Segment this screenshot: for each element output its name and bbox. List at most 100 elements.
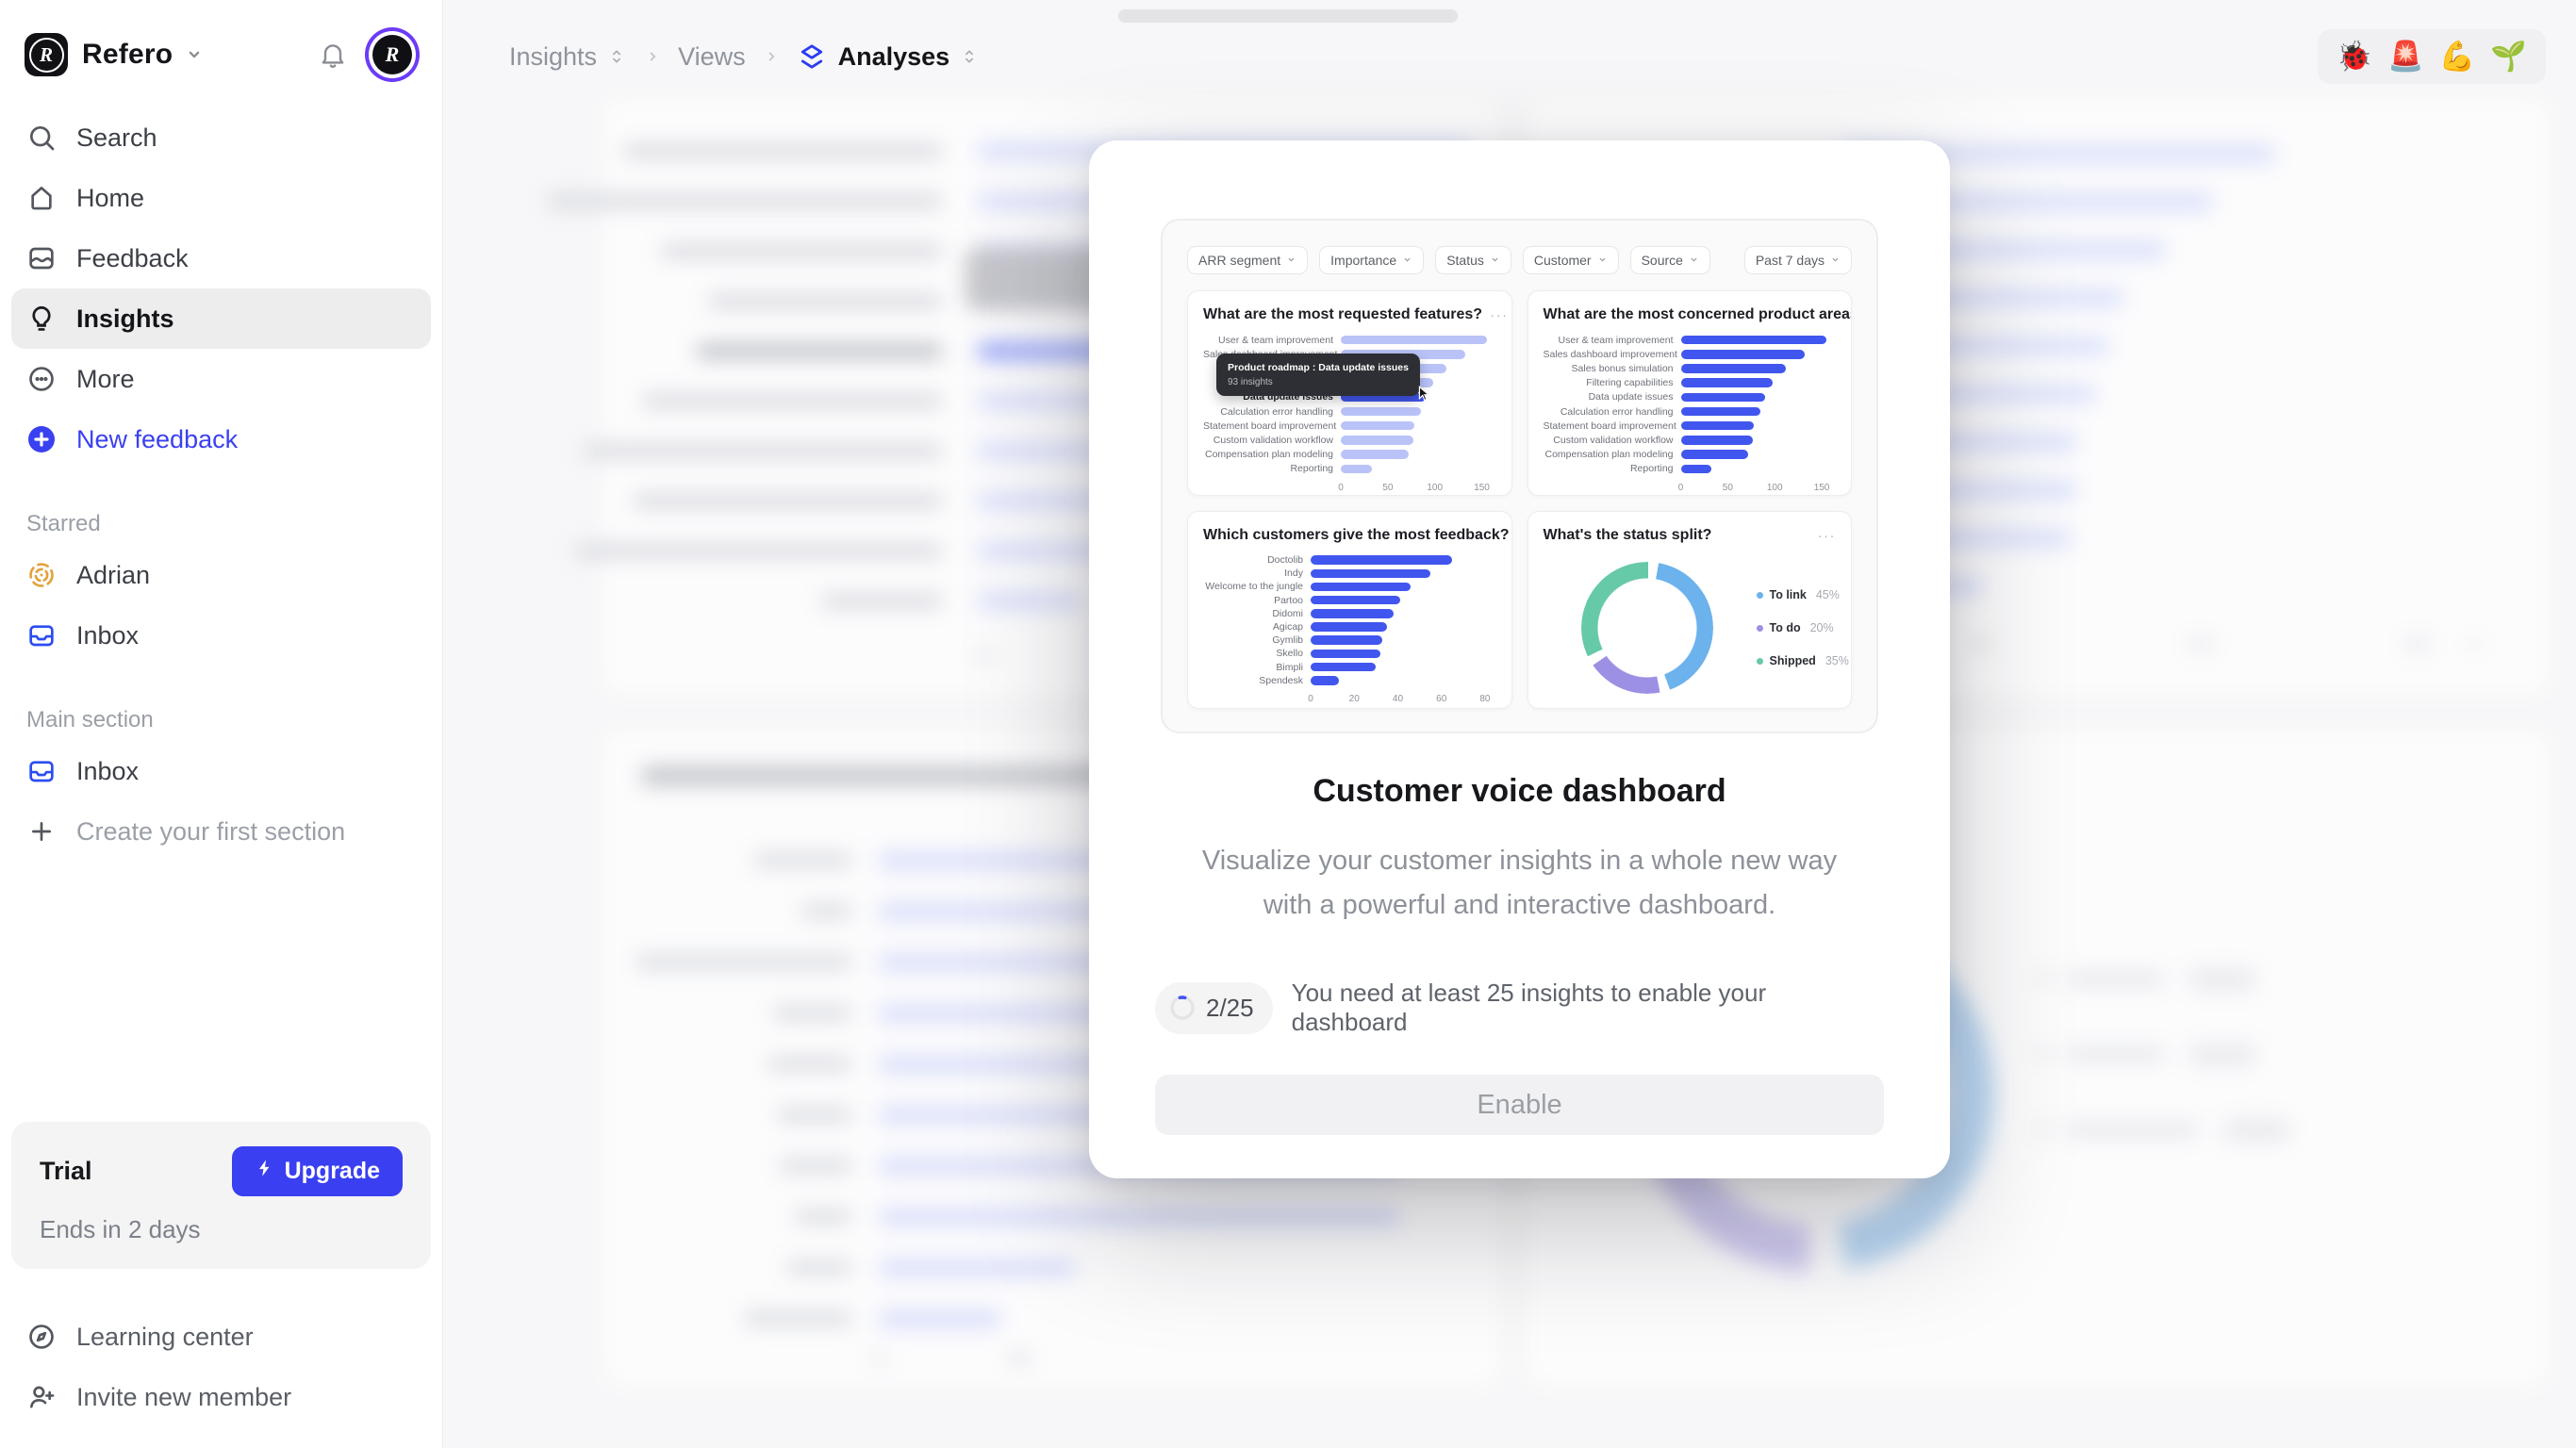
footer-item-label: Invite new member bbox=[76, 1383, 291, 1412]
chevron-down-icon[interactable] bbox=[182, 42, 206, 67]
x-axis: 050100150 bbox=[1341, 481, 1496, 494]
x-axis: 050100150 bbox=[1681, 481, 1837, 494]
filter-chip-importance[interactable]: Importance bbox=[1319, 246, 1424, 274]
chart-row: User & team improvement bbox=[1203, 333, 1496, 347]
footer-item-invite-new-member[interactable]: Invite new member bbox=[11, 1367, 431, 1427]
axis-tick: 60 bbox=[1436, 694, 1446, 704]
sidebar-item-inbox[interactable]: Inbox bbox=[11, 605, 431, 666]
bar-label: User & team improvement bbox=[1203, 335, 1333, 346]
filter-chip-label: Past 7 days bbox=[1756, 253, 1825, 268]
create-section-button[interactable]: Create your first section bbox=[11, 801, 431, 862]
bar-label: Doctolib bbox=[1203, 554, 1303, 566]
sidebar-item-new-feedback[interactable]: New feedback bbox=[11, 409, 431, 469]
sidebar: R Refero R Search HomeFeedbackInsightsMor… bbox=[0, 0, 443, 1448]
footer-item-learning-center[interactable]: Learning center bbox=[11, 1307, 431, 1367]
bar-track bbox=[1681, 450, 1837, 459]
chart-row: Reporting bbox=[1203, 462, 1496, 476]
sidebar-item-inbox[interactable]: Inbox bbox=[11, 741, 431, 801]
bar-label: Compensation plan modeling bbox=[1544, 449, 1674, 460]
chart-row: Reporting bbox=[1544, 462, 1837, 476]
bar-track bbox=[1311, 569, 1496, 579]
sort-icon[interactable] bbox=[959, 46, 980, 67]
filter-chip-arr-segment[interactable]: ARR segment bbox=[1187, 246, 1308, 274]
bar-label: Didomi bbox=[1203, 608, 1303, 619]
chart-row: Gymlib bbox=[1203, 634, 1496, 647]
breadcrumb-insights[interactable]: Insights bbox=[509, 42, 627, 72]
sidebar-item-feedback[interactable]: Feedback bbox=[11, 228, 431, 288]
bar bbox=[1311, 583, 1411, 592]
upgrade-button[interactable]: Upgrade bbox=[232, 1146, 403, 1196]
breadcrumb-views[interactable]: Views bbox=[678, 42, 746, 72]
breadcrumb: Insights Views Analyses bbox=[509, 41, 980, 72]
legend-label: Shipped bbox=[1770, 654, 1816, 667]
chart-row: Welcome to the jungle bbox=[1203, 580, 1496, 593]
main-area: Insights Views Analyses 🐞🚨💪🌱 ARR segment Im… bbox=[443, 0, 2576, 1448]
donut-chart: To link45%To do20%Shipped35% bbox=[1544, 557, 1837, 699]
search-icon bbox=[26, 123, 57, 153]
chart-card-header: What are the most concerned product area… bbox=[1544, 304, 1837, 325]
enable-button[interactable]: Enable bbox=[1155, 1075, 1884, 1135]
sidebar-item-adrian[interactable]: Adrian bbox=[11, 545, 431, 605]
sidebar-item-label: Search bbox=[76, 123, 157, 153]
bar bbox=[1681, 350, 1806, 359]
chart-row: Indy bbox=[1203, 567, 1496, 580]
emoji-status-pill[interactable]: 🐞🚨💪🌱 bbox=[2318, 29, 2546, 83]
filter-chip-status[interactable]: Status bbox=[1435, 246, 1511, 274]
chart-card-product-areas: What are the most concerned product area… bbox=[1527, 290, 1853, 496]
lightbulb-icon bbox=[26, 304, 57, 334]
chevron-down-icon bbox=[1689, 253, 1699, 268]
sidebar-item-more[interactable]: More bbox=[11, 349, 431, 409]
emoji-1f4aa: 💪 bbox=[2439, 39, 2476, 74]
modal-title: Customer voice dashboard bbox=[1089, 771, 1950, 811]
bar-track bbox=[1681, 465, 1837, 474]
bar-track bbox=[1311, 583, 1496, 592]
chart-row: Statement board improvement bbox=[1203, 419, 1496, 433]
user-avatar[interactable]: R bbox=[372, 35, 412, 74]
sort-icon[interactable] bbox=[606, 46, 627, 67]
bar-track bbox=[1341, 436, 1496, 445]
bar bbox=[1681, 465, 1712, 474]
bar-label: Skello bbox=[1203, 648, 1303, 659]
filter-chip-source[interactable]: Source bbox=[1630, 246, 1710, 274]
legend-value: 20% bbox=[1810, 621, 1834, 634]
breadcrumb-analyses[interactable]: Analyses bbox=[797, 41, 981, 72]
bar bbox=[1681, 393, 1766, 403]
card-menu-icon[interactable]: ··· bbox=[1818, 529, 1837, 543]
chart-row: Didomi bbox=[1203, 607, 1496, 620]
breadcrumb-label: Insights bbox=[509, 42, 597, 72]
workspace-logo[interactable]: R bbox=[25, 33, 68, 76]
chart-row: Filtering capabilities bbox=[1544, 376, 1837, 390]
bar bbox=[1681, 436, 1754, 445]
sidebar-item-home[interactable]: Home bbox=[11, 168, 431, 228]
chart-row: Compensation plan modeling bbox=[1544, 448, 1837, 462]
bar bbox=[1681, 336, 1827, 345]
workspace-name[interactable]: Refero bbox=[82, 39, 173, 71]
notifications-bell-icon[interactable] bbox=[318, 40, 348, 70]
filter-chip-customer[interactable]: Customer bbox=[1523, 246, 1619, 274]
sidebar-item-search[interactable]: Search bbox=[11, 107, 431, 168]
sidebar-item-label: New feedback bbox=[76, 425, 238, 454]
chart-card-customers-feedback: Which customers give the most feedback?P… bbox=[1187, 511, 1512, 709]
upgrade-label: Upgrade bbox=[285, 1158, 380, 1185]
bar bbox=[1681, 378, 1774, 387]
card-menu-icon[interactable]: ··· bbox=[1490, 308, 1509, 322]
chart-row: Custom validation workflow bbox=[1203, 433, 1496, 447]
chart-row: Data update issues bbox=[1544, 390, 1837, 404]
trial-card: Trial Upgrade Ends in 2 days bbox=[11, 1122, 431, 1269]
axis-tick: 50 bbox=[1382, 483, 1393, 493]
chart-row: Partoo bbox=[1203, 594, 1496, 607]
section-label-main-section: Main section bbox=[0, 707, 442, 733]
bar-track bbox=[1311, 676, 1496, 685]
bar-label: Welcome to the jungle bbox=[1203, 581, 1303, 592]
feedback-icon bbox=[26, 243, 57, 273]
sidebar-item-insights[interactable]: Insights bbox=[11, 288, 431, 349]
bar-label: Data update issues bbox=[1544, 391, 1674, 403]
chevron-down-icon bbox=[1830, 253, 1841, 268]
breadcrumb-separator-icon bbox=[642, 46, 663, 67]
progress-value: 2/25 bbox=[1206, 994, 1254, 1023]
legend-item-to-do: To do20% bbox=[1757, 621, 1849, 634]
plus-circle-icon bbox=[26, 424, 57, 454]
filter-chip-date-range[interactable]: Past 7 days bbox=[1744, 246, 1852, 274]
tooltip-title: Product roadmap : Data update issues bbox=[1228, 362, 1409, 373]
bar-label: Gymlib bbox=[1203, 634, 1303, 646]
